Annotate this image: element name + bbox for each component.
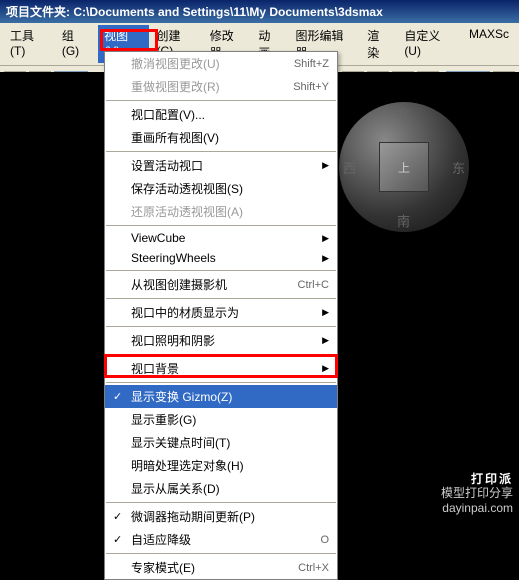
menu-separator [106,298,336,299]
menu-item-1: 重做视图更改(R) Shift+Y [105,75,337,98]
shortcut-label: Shift+Z [294,58,329,70]
menu-item-label: 重做视图更改(R) [131,78,220,95]
submenu-arrow-icon: ▶ [322,233,329,244]
menu-item-label: 重画所有视图(V) [131,129,219,146]
menu-9[interactable]: MAXSc [463,25,515,63]
menu-item-22[interactable]: 显示重影(G) [105,408,337,431]
shortcut-label: Ctrl+C [298,279,329,291]
viewcube-face-top[interactable]: 上 [379,142,429,192]
menu-item-8: 还原活动透视视图(A) [105,200,337,223]
menu-item-label: 专家模式(E) [131,559,195,576]
shortcut-label: O [320,534,329,546]
menu-separator [106,151,336,152]
submenu-arrow-icon: ▶ [322,335,329,346]
menu-item-7[interactable]: 保存活动透视视图(S) [105,177,337,200]
menu-item-19[interactable]: 视口背景 ▶ [105,357,337,380]
menu-item-0: 撤消视图更改(U) Shift+Z [105,52,337,75]
menu-item-label: 还原活动透视视图(A) [131,203,243,220]
menu-item-10[interactable]: ViewCube ▶ [105,228,337,248]
menu-item-label: SteeringWheels [131,251,216,265]
menu-item-6[interactable]: 设置活动视口 ▶ [105,154,337,177]
viewcube-south[interactable]: 南 [397,211,410,230]
shortcut-label: Shift+Y [293,81,329,93]
menu-item-27[interactable]: ✓ 微调器拖动期间更新(P) [105,505,337,528]
menu-item-17[interactable]: 视口照明和阴影 ▶ [105,329,337,352]
submenu-arrow-icon: ▶ [322,307,329,318]
viewcube-east[interactable]: 东 [452,158,465,177]
menu-item-label: 明暗处理选定对象(H) [131,457,244,474]
menu-separator [106,354,336,355]
submenu-arrow-icon: ▶ [322,160,329,171]
view-menu-dropdown: 撤消视图更改(U) Shift+Z 重做视图更改(R) Shift+Y 视口配置(V).… [104,51,338,580]
menu-item-label: 视口中的材质显示为 [131,304,239,321]
menu-separator [106,502,336,503]
menu-separator [106,100,336,101]
menu-0[interactable]: 工具(T) [4,25,54,63]
menu-item-label: 撤消视图更改(U) [131,55,220,72]
check-icon: ✓ [113,510,122,523]
menu-item-25[interactable]: 显示从属关系(D) [105,477,337,500]
menu-item-3[interactable]: 视口配置(V)... [105,103,337,126]
menu-item-label: 自适应降级 [131,531,191,548]
watermark-main: 打印派 [441,472,513,486]
submenu-arrow-icon: ▶ [322,253,329,264]
viewcube-north[interactable]: 北 [397,104,410,123]
menu-8[interactable]: 自定义(U) [398,25,461,63]
menu-item-30[interactable]: 专家模式(E) Ctrl+X [105,556,337,579]
menu-separator [106,326,336,327]
viewcube[interactable]: 上 北 南 东 西 [339,102,469,232]
menu-item-4[interactable]: 重画所有视图(V) [105,126,337,149]
menu-item-label: 显示重影(G) [131,411,196,428]
menu-separator [106,225,336,226]
watermark: 打印派 模型打印分享dayinpai.com [441,472,513,516]
title-bar: 项目文件夹: C:\Documents and Settings\11\My D… [0,0,519,23]
menu-item-label: ViewCube [131,231,185,245]
menu-separator [106,553,336,554]
viewcube-west[interactable]: 西 [343,158,356,177]
menu-item-label: 微调器拖动期间更新(P) [131,508,255,525]
menu-separator [106,382,336,383]
shortcut-label: Ctrl+X [298,562,329,574]
menu-item-label: 从视图创建摄影机 [131,276,227,293]
menu-item-23[interactable]: 显示关键点时间(T) [105,431,337,454]
menu-item-label: 显示关键点时间(T) [131,434,230,451]
menu-item-label: 显示从属关系(D) [131,480,220,497]
menu-item-28[interactable]: ✓ 自适应降级 O [105,528,337,551]
menu-item-label: 保存活动透视视图(S) [131,180,243,197]
title-text: 项目文件夹: C:\Documents and Settings\11\My D… [6,5,383,19]
menu-item-label: 视口背景 [131,360,179,377]
menu-item-label: 视口配置(V)... [131,106,205,123]
menu-item-label: 视口照明和阴影 [131,332,215,349]
menu-item-11[interactable]: SteeringWheels ▶ [105,248,337,268]
menu-item-label: 设置活动视口 [131,157,203,174]
submenu-arrow-icon: ▶ [322,363,329,374]
menu-separator [106,270,336,271]
menu-item-21[interactable]: ✓ 显示变换 Gizmo(Z) [105,385,337,408]
menu-7[interactable]: 渲染 [361,25,396,63]
menu-item-24[interactable]: 明暗处理选定对象(H) [105,454,337,477]
check-icon: ✓ [113,533,122,546]
menu-item-label: 显示变换 Gizmo(Z) [131,388,232,405]
check-icon: ✓ [113,390,122,403]
menu-1[interactable]: 组(G) [56,25,96,63]
menu-item-13[interactable]: 从视图创建摄影机 Ctrl+C [105,273,337,296]
menu-item-15[interactable]: 视口中的材质显示为 ▶ [105,301,337,324]
